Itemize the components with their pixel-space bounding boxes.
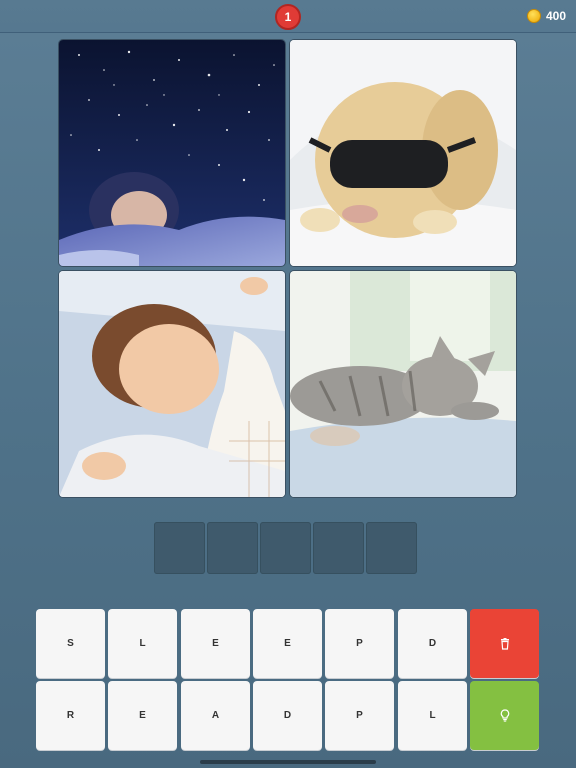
letter-key[interactable]: P: [325, 609, 394, 678]
answer-slot[interactable]: [366, 522, 417, 574]
letter-key[interactable]: A: [181, 681, 250, 750]
letter-key[interactable]: E: [181, 609, 250, 678]
letter-key[interactable]: D: [398, 609, 467, 678]
level-badge: 1: [275, 4, 301, 30]
picture-grid: [59, 40, 517, 498]
letter-keyboard: S L E E P D R E A D P L: [36, 609, 541, 752]
letter-key[interactable]: L: [108, 609, 177, 678]
picture-1-image: [59, 40, 285, 266]
letter-key[interactable]: E: [253, 609, 322, 678]
letter-key[interactable]: L: [398, 681, 467, 750]
letter-key[interactable]: S: [36, 609, 105, 678]
letter-key[interactable]: P: [325, 681, 394, 750]
hint-button[interactable]: [470, 681, 539, 750]
picture-3[interactable]: [59, 271, 285, 497]
answer-slots: [154, 522, 417, 574]
letter-key[interactable]: R: [36, 681, 105, 750]
coin-count: 400: [545, 9, 566, 23]
answer-slot[interactable]: [260, 522, 311, 574]
lightbulb-icon: [500, 709, 509, 722]
answer-slot[interactable]: [154, 522, 205, 574]
picture-3-image: [59, 271, 285, 497]
picture-2-image: [290, 40, 516, 266]
coin-counter[interactable]: 400: [526, 8, 566, 24]
trash-icon: [500, 637, 509, 650]
picture-2[interactable]: [290, 40, 516, 266]
picture-1[interactable]: [59, 40, 285, 266]
delete-button[interactable]: [470, 609, 539, 678]
picture-4[interactable]: [290, 271, 516, 497]
answer-slot[interactable]: [207, 522, 258, 574]
letter-key[interactable]: E: [108, 681, 177, 750]
coin-icon: [526, 9, 541, 23]
answer-slot[interactable]: [313, 522, 364, 574]
letter-key[interactable]: D: [253, 681, 322, 750]
picture-4-image: [290, 271, 516, 497]
home-indicator: [200, 760, 376, 764]
top-bar: 1 400: [0, 0, 576, 33]
